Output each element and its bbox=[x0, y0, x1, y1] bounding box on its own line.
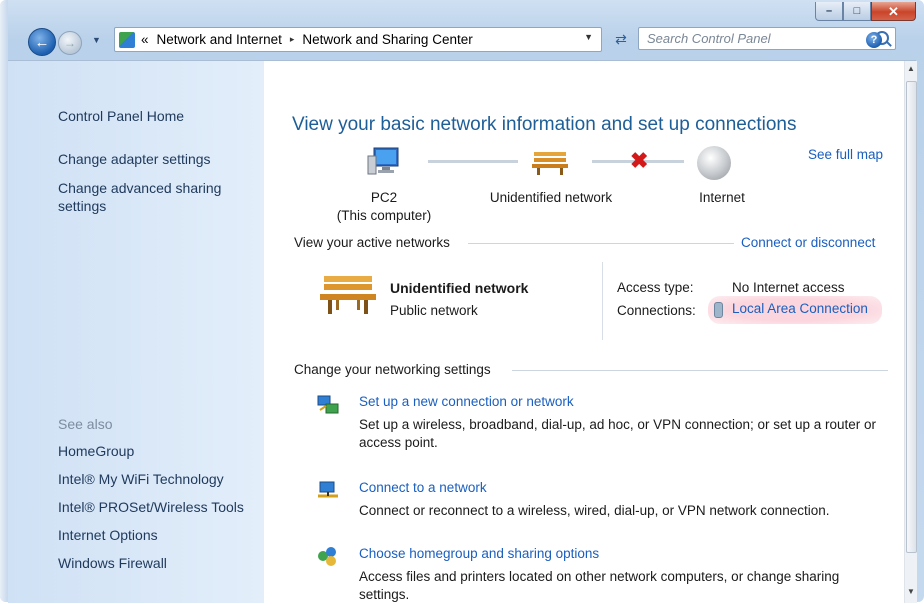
scroll-down-icon[interactable]: ▼ bbox=[907, 587, 915, 596]
network-plug-icon bbox=[714, 302, 723, 318]
sidebar-link-control-panel-home[interactable]: Control Panel Home bbox=[58, 108, 184, 124]
bench-network-icon bbox=[532, 152, 568, 175]
sidebar-link-intel-my-wifi[interactable]: Intel® My WiFi Technology bbox=[58, 471, 224, 487]
minimize-icon: – bbox=[825, 4, 833, 17]
back-arrow-icon: ← bbox=[34, 33, 50, 51]
close-icon: ✕ bbox=[888, 3, 899, 19]
local-area-connection-link[interactable]: Local Area Connection bbox=[708, 296, 882, 324]
content-area: Control Panel Home Change adapter settin… bbox=[8, 60, 917, 603]
forward-button[interactable]: → bbox=[58, 31, 82, 55]
page-title: View your basic network information and … bbox=[292, 114, 797, 135]
change-settings-heading: Change your networking settings bbox=[294, 362, 491, 377]
maximize-button[interactable]: □ bbox=[843, 2, 871, 21]
address-bar[interactable]: « Network and Internet ▸ Network and Sha… bbox=[114, 27, 602, 52]
task-description: Access files and printers located on oth… bbox=[359, 569, 840, 602]
minimize-button[interactable]: – bbox=[815, 2, 843, 21]
close-button[interactable]: ✕ bbox=[871, 2, 916, 21]
computer-name-label: PC2 bbox=[370, 190, 398, 205]
map-internet-label: Internet bbox=[699, 190, 745, 205]
active-network-name: Unidentified network bbox=[390, 280, 529, 296]
main-pane bbox=[264, 61, 904, 603]
breadcrumb-overflow[interactable]: « bbox=[141, 32, 149, 47]
search-placeholder: Search Control Panel bbox=[647, 31, 771, 46]
internet-globe-icon bbox=[697, 146, 731, 180]
new-connection-icon bbox=[317, 395, 339, 414]
search-input[interactable]: Search Control Panel bbox=[638, 27, 896, 50]
sidebar-link-internet-options[interactable]: Internet Options bbox=[58, 527, 158, 543]
caption-buttons: – □ ✕ bbox=[815, 2, 916, 21]
sidebar-link-intel-proset[interactable]: Intel® PROSet/Wireless Tools bbox=[58, 499, 244, 515]
divider bbox=[512, 370, 888, 371]
see-also-heading: See also bbox=[58, 416, 113, 432]
vertical-divider bbox=[602, 262, 603, 340]
breadcrumb-network-and-sharing-center[interactable]: Network and Sharing Center bbox=[302, 32, 472, 47]
see-full-map-link[interactable]: See full map bbox=[808, 147, 883, 162]
refresh-icon: ⇄ bbox=[615, 31, 627, 47]
sidebar-link-change-adapter-settings[interactable]: Change adapter settings bbox=[58, 151, 211, 167]
back-button[interactable]: ← bbox=[28, 28, 56, 56]
breadcrumb-network-and-internet[interactable]: Network and Internet bbox=[157, 32, 282, 47]
public-network-bench-icon bbox=[320, 276, 376, 314]
breadcrumb-separator-icon[interactable]: ▸ bbox=[290, 34, 295, 45]
connect-network-icon bbox=[318, 481, 338, 498]
connect-or-disconnect-link[interactable]: Connect or disconnect bbox=[741, 235, 875, 250]
computer-sub-label: (This computer) bbox=[336, 208, 432, 223]
task-description: Connect or reconnect to a wireless, wire… bbox=[359, 503, 830, 518]
control-panel-icon bbox=[119, 31, 135, 48]
divider bbox=[468, 243, 734, 244]
access-type-label: Access type: bbox=[617, 280, 694, 295]
scrollbar-thumb[interactable] bbox=[906, 81, 917, 553]
active-networks-heading: View your active networks bbox=[294, 235, 450, 250]
sidebar-link-change-advanced-sharing[interactable]: Change advanced sharing settings bbox=[58, 179, 248, 215]
help-icon[interactable]: ? bbox=[866, 32, 882, 48]
navigation-bar: ← → ▼ « Network and Internet ▸ Network a… bbox=[8, 22, 916, 56]
task-link-connect-to-network[interactable]: Connect to a network bbox=[359, 480, 487, 495]
sidebar-link-windows-firewall[interactable]: Windows Firewall bbox=[58, 555, 167, 571]
network-location-type[interactable]: Public network bbox=[390, 303, 478, 318]
map-network-label: Unidentified network bbox=[489, 190, 613, 205]
sidebar-link-homegroup[interactable]: HomeGroup bbox=[58, 443, 134, 459]
task-link-homegroup-sharing[interactable]: Choose homegroup and sharing options bbox=[359, 546, 599, 561]
forward-arrow-icon: → bbox=[64, 36, 76, 50]
task-description: Set up a wireless, broadband, dial-up, a… bbox=[359, 417, 877, 450]
connection-name[interactable]: Local Area Connection bbox=[732, 301, 868, 316]
maximize-icon: □ bbox=[853, 4, 861, 17]
recent-pages-dropdown[interactable]: ▼ bbox=[92, 35, 101, 45]
homegroup-icon bbox=[318, 547, 336, 566]
access-type-value: No Internet access bbox=[732, 280, 845, 295]
address-dropdown-icon[interactable]: ▼ bbox=[584, 32, 593, 42]
sidebar: Control Panel Home Change adapter settin… bbox=[8, 61, 264, 603]
computer-icon bbox=[367, 147, 399, 175]
scroll-up-icon[interactable]: ▲ bbox=[907, 64, 915, 73]
refresh-button[interactable]: ⇄ bbox=[608, 27, 634, 52]
window-border bbox=[0, 0, 8, 602]
map-link-computer-network bbox=[428, 160, 518, 163]
vertical-scrollbar[interactable]: ▲ ▼ bbox=[904, 61, 917, 603]
connections-label: Connections: bbox=[617, 303, 696, 318]
task-link-setup-connection[interactable]: Set up a new connection or network bbox=[359, 394, 574, 409]
no-connection-x-icon: ✖ bbox=[630, 148, 649, 173]
